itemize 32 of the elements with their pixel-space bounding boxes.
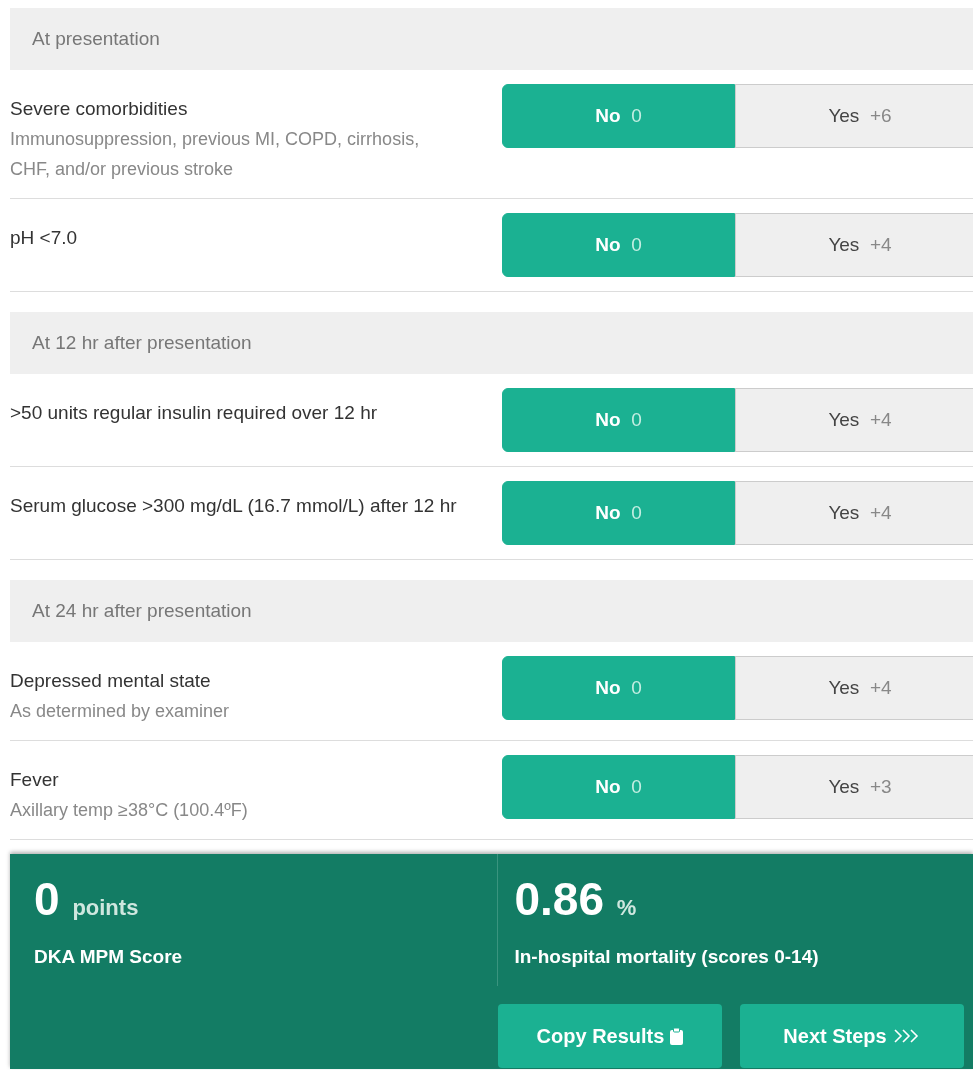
mortality-label: In-hospital mortality (scores 0-14): [514, 946, 820, 968]
score-value: 0 points: [34, 872, 140, 926]
option-button[interactable]: No 0: [502, 213, 735, 277]
question-hint: Immunosuppression, previous MI, COPD, cirrhosis, CHF, and/or previous stroke: [10, 128, 421, 181]
question-hint: As determined by examiner: [10, 700, 231, 723]
chevrons-icon: [892, 1028, 921, 1044]
mortality-value: 0.86 %: [514, 872, 638, 926]
question-label: Serum glucose >300 mg/dL (16.7 mmol/L) after 12 hr: [10, 494, 458, 518]
copy-results-button[interactable]: Copy Results: [498, 1004, 722, 1068]
question-label: Depressed mental state: [10, 669, 212, 693]
option-button[interactable]: Yes +3: [735, 755, 973, 819]
section-header: At presentation: [10, 8, 973, 70]
option-button[interactable]: No 0: [502, 755, 735, 819]
score-label: DKA MPM Score: [34, 946, 184, 968]
option-button[interactable]: Yes +4: [735, 481, 973, 545]
option-button[interactable]: Yes +6: [735, 84, 973, 148]
option-button[interactable]: No 0: [502, 481, 735, 545]
option-button[interactable]: No 0: [502, 84, 735, 148]
option-button[interactable]: Yes +4: [735, 213, 973, 277]
clipboard-icon: [670, 1027, 684, 1045]
option-button[interactable]: No 0: [502, 388, 735, 452]
question-label: pH <7.0: [10, 226, 79, 250]
next-steps-button[interactable]: Next Steps: [740, 1004, 964, 1068]
question-hint: Axillary temp ≥38°C (100.4ºF): [10, 799, 249, 822]
option-button[interactable]: No 0: [502, 656, 735, 720]
question-label: Fever: [10, 768, 60, 792]
option-button[interactable]: Yes +4: [735, 656, 973, 720]
section-header: At 12 hr after presentation: [10, 312, 973, 374]
question-label: Severe comorbidities: [10, 97, 189, 121]
option-button[interactable]: Yes +4: [735, 388, 973, 452]
question-label: >50 units regular insulin required over 12 hr: [10, 401, 379, 425]
section-header: At 24 hr after presentation: [10, 580, 973, 642]
